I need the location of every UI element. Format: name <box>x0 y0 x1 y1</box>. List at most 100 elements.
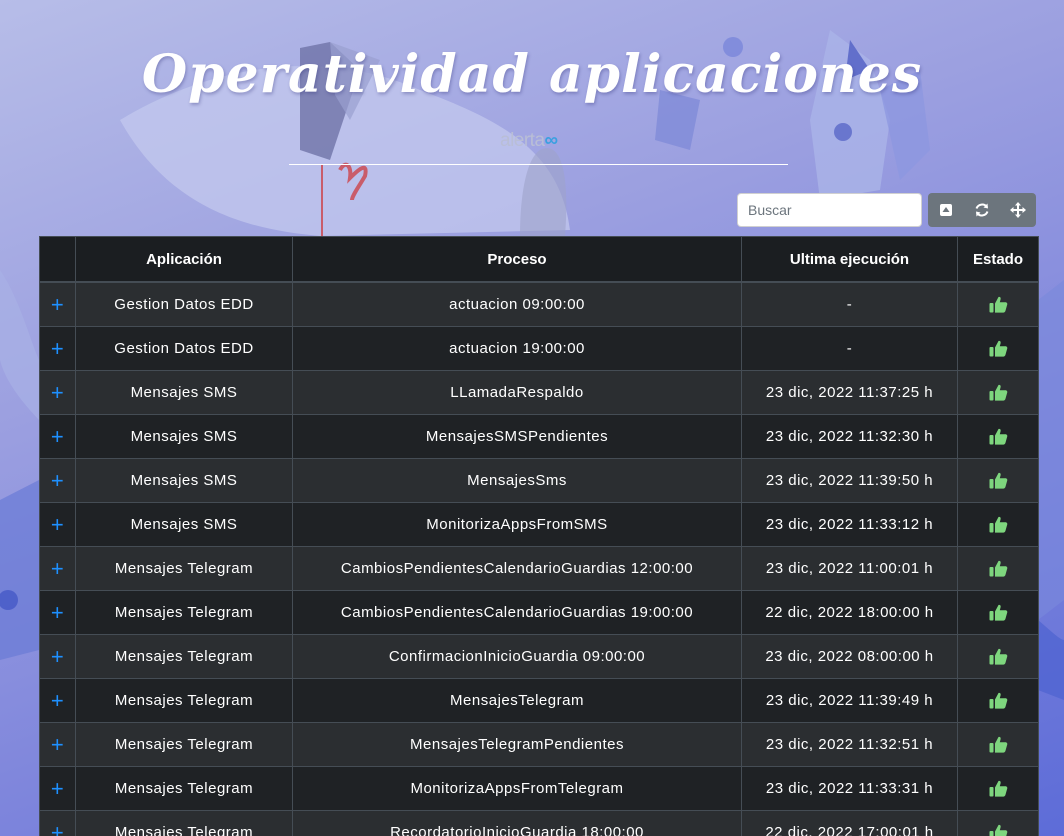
cell-ultima-ejecucion: 23 dic, 2022 08:00:00 h <box>741 634 958 679</box>
column-header-proceso[interactable]: Proceso <box>292 236 742 283</box>
cell-proceso: LLamadaRespaldo <box>292 370 742 415</box>
cell-estado <box>957 458 1039 503</box>
header-divider <box>289 164 788 165</box>
column-header-expand <box>39 236 76 283</box>
thumbs-up-icon <box>989 737 1007 753</box>
cell-estado <box>957 370 1039 415</box>
cell-estado <box>957 634 1039 679</box>
cell-proceso: MensajesTelegram <box>292 678 742 723</box>
cell-proceso: ConfirmacionInicioGuardia 09:00:00 <box>292 634 742 679</box>
cell-proceso: actuacion 19:00:00 <box>292 326 742 371</box>
cell-aplicacion: Mensajes Telegram <box>75 722 293 767</box>
cell-ultima-ejecucion: 23 dic, 2022 11:39:49 h <box>741 678 958 723</box>
expand-cell[interactable]: + <box>39 546 76 591</box>
move-button[interactable] <box>1000 193 1036 227</box>
expand-cell[interactable]: + <box>39 590 76 635</box>
table-row: + Mensajes Telegram MonitorizaAppsFromTele… <box>39 766 1039 811</box>
expand-cell[interactable]: + <box>39 281 76 327</box>
table-row: + Mensajes Telegram ConfirmacionInicioGuar… <box>39 634 1039 679</box>
cell-estado <box>957 722 1039 767</box>
table-toolbar <box>737 193 1036 227</box>
expand-row-icon[interactable]: + <box>51 292 64 317</box>
expand-row-icon[interactable]: + <box>51 424 64 449</box>
expand-row-icon[interactable]: + <box>51 468 64 493</box>
logo-text: alerta <box>500 130 545 151</box>
table-row: + Gestion Datos EDD actuacion 19:00:00- <box>39 326 1039 371</box>
cell-proceso: CambiosPendientesCalendarioGuardias 12:0… <box>292 546 742 591</box>
cell-proceso: MensajesTelegramPendientes <box>292 722 742 767</box>
thumbs-up-icon <box>989 561 1007 577</box>
cell-estado <box>957 810 1039 836</box>
cell-aplicacion: Mensajes Telegram <box>75 590 293 635</box>
expand-cell[interactable]: + <box>39 502 76 547</box>
cell-ultima-ejecucion: 23 dic, 2022 11:00:01 h <box>741 546 958 591</box>
cell-ultima-ejecucion: 23 dic, 2022 11:32:30 h <box>741 414 958 459</box>
table-body: + Gestion Datos EDD actuacion 09:00:00- + Ge… <box>39 281 1039 836</box>
cell-proceso: MonitorizaAppsFromSMS <box>292 502 742 547</box>
expand-cell[interactable]: + <box>39 810 76 836</box>
expand-row-icon[interactable]: + <box>51 776 64 801</box>
search-input[interactable] <box>737 193 922 227</box>
expand-cell[interactable]: + <box>39 634 76 679</box>
toolbar-button-group <box>928 193 1036 227</box>
thumbs-up-icon <box>989 385 1007 401</box>
expand-row-icon[interactable]: + <box>51 556 64 581</box>
cell-ultima-ejecucion: 23 dic, 2022 11:37:25 h <box>741 370 958 415</box>
column-header-ultima-ejecucion[interactable]: Ultima ejecución <box>741 236 958 283</box>
column-header-estado[interactable]: Estado <box>957 236 1039 283</box>
thumbs-up-icon <box>989 429 1007 445</box>
expand-cell[interactable]: + <box>39 370 76 415</box>
move-icon <box>1010 202 1026 218</box>
logo-mark-icon: ∞ <box>544 130 559 151</box>
expand-row-icon[interactable]: + <box>51 600 64 625</box>
table-header-row: Aplicación Proceso Ultima ejecución Esta… <box>39 236 1039 283</box>
expand-cell[interactable]: + <box>39 722 76 767</box>
cell-proceso: MonitorizaAppsFromTelegram <box>292 766 742 811</box>
thumbs-up-icon <box>989 825 1007 836</box>
expand-row-icon[interactable]: + <box>51 336 64 361</box>
table-row: + Mensajes Telegram MensajesTelegramPendie… <box>39 722 1039 767</box>
cell-ultima-ejecucion: 22 dic, 2022 17:00:01 h <box>741 810 958 836</box>
thumbs-up-icon <box>989 297 1007 313</box>
expand-cell[interactable]: + <box>39 766 76 811</box>
table-row: + Gestion Datos EDD actuacion 09:00:00- <box>39 281 1039 327</box>
cell-aplicacion: Mensajes Telegram <box>75 678 293 723</box>
cell-aplicacion: Mensajes SMS <box>75 370 293 415</box>
table-row: + Mensajes SMS MensajesSMSPendientes 23 dic… <box>39 414 1039 459</box>
cell-ultima-ejecucion: 23 dic, 2022 11:33:12 h <box>741 502 958 547</box>
cell-aplicacion: Mensajes SMS <box>75 458 293 503</box>
expand-row-icon[interactable]: + <box>51 512 64 537</box>
expand-row-icon[interactable]: + <box>51 732 64 757</box>
thumbs-up-icon <box>989 473 1007 489</box>
expand-cell[interactable]: + <box>39 414 76 459</box>
expand-row-icon[interactable]: + <box>51 644 64 669</box>
column-header-aplicacion[interactable]: Aplicación <box>75 236 293 283</box>
cell-ultima-ejecucion: 22 dic, 2022 18:00:00 h <box>741 590 958 635</box>
cell-estado <box>957 281 1039 327</box>
thumbs-up-icon <box>989 517 1007 533</box>
toggle-view-button[interactable] <box>928 193 964 227</box>
cell-ultima-ejecucion: 23 dic, 2022 11:32:51 h <box>741 722 958 767</box>
table-row: + Mensajes Telegram CambiosPendientesCalen… <box>39 546 1039 591</box>
cell-aplicacion: Mensajes Telegram <box>75 810 293 836</box>
refresh-icon <box>975 203 989 217</box>
refresh-button[interactable] <box>964 193 1000 227</box>
expand-row-icon[interactable]: + <box>51 688 64 713</box>
cell-proceso: actuacion 09:00:00 <box>292 281 742 327</box>
expand-cell[interactable]: + <box>39 678 76 723</box>
expand-cell[interactable]: + <box>39 458 76 503</box>
operativity-table-container: Aplicación Proceso Ultima ejecución Esta… <box>39 236 1039 836</box>
cell-aplicacion: Mensajes Telegram <box>75 546 293 591</box>
alerta-logo: alerta∞ <box>500 130 558 152</box>
toggle-icon <box>940 204 952 216</box>
expand-row-icon[interactable]: + <box>51 820 64 836</box>
expand-cell[interactable]: + <box>39 326 76 371</box>
expand-row-icon[interactable]: + <box>51 380 64 405</box>
cell-estado <box>957 326 1039 371</box>
cell-proceso: MensajesSms <box>292 458 742 503</box>
cell-ultima-ejecucion: - <box>741 326 958 371</box>
cell-aplicacion: Gestion Datos EDD <box>75 281 293 327</box>
page-title: Operatividad aplicaciones <box>141 44 923 105</box>
cell-aplicacion: Mensajes Telegram <box>75 634 293 679</box>
thumbs-up-icon <box>989 605 1007 621</box>
